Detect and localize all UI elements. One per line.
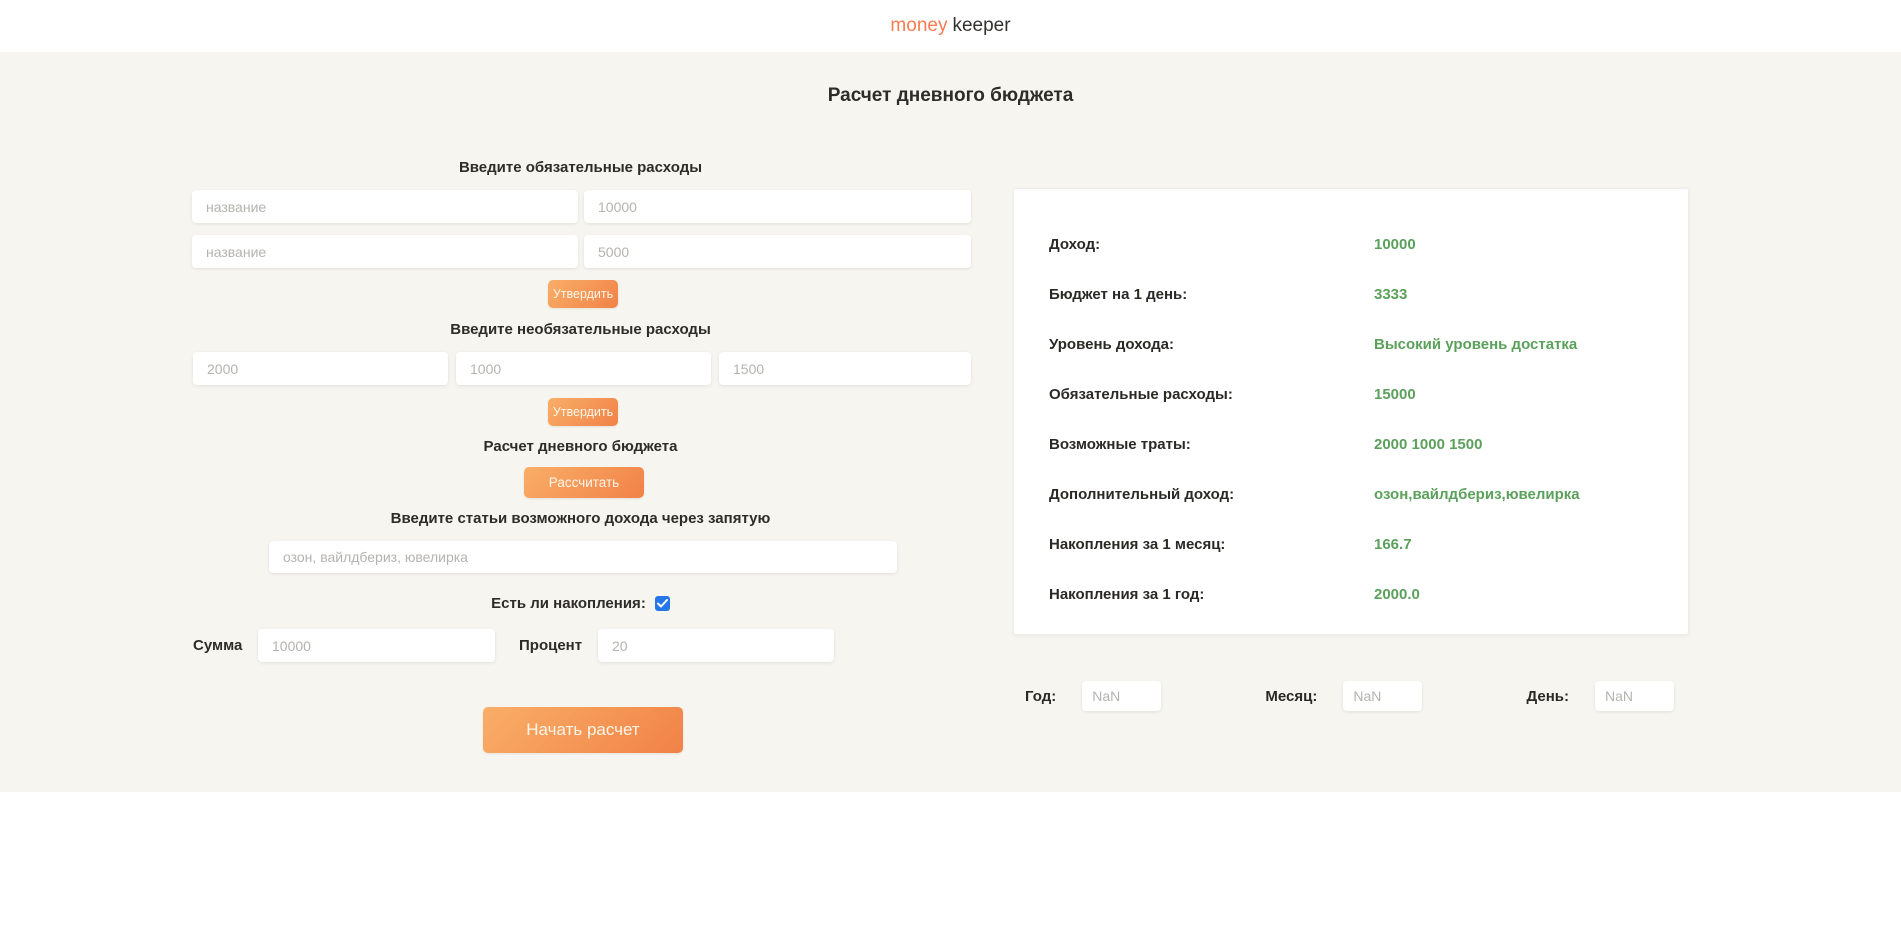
result-label: Бюджет на 1 день: xyxy=(1049,285,1188,303)
result-row-savings-year: Накопления за 1 год: 2000.0 xyxy=(1049,585,1688,603)
result-label: Накопления за 1 месяц: xyxy=(1049,535,1226,553)
day-input[interactable] xyxy=(1594,681,1674,711)
percent-label: Процент xyxy=(519,637,583,654)
result-label: Обязательные расходы: xyxy=(1049,385,1233,403)
date-group-month: Месяц: xyxy=(1265,681,1423,711)
sum-input[interactable] xyxy=(258,629,495,662)
brand-rest: keeper xyxy=(952,15,1011,36)
brand-accent: money xyxy=(890,15,948,36)
result-value: 166.7 xyxy=(1374,535,1412,553)
result-row-daily-budget: Бюджет на 1 день: 3333 xyxy=(1049,285,1688,303)
result-value: 15000 xyxy=(1374,385,1416,403)
budget-form: Введите обязательные расходы Утвердить В… xyxy=(190,52,971,792)
optional-expenses-label: Введите необязательные расходы xyxy=(450,321,711,338)
year-input[interactable] xyxy=(1082,681,1162,711)
page-footer xyxy=(0,792,1901,936)
result-value: 2000.0 xyxy=(1374,585,1420,603)
mandatory-expenses-label: Введите обязательные расходы xyxy=(458,159,703,176)
optional-expense-input-2[interactable] xyxy=(456,352,711,385)
result-label: Доход: xyxy=(1049,235,1101,253)
daily-budget-label: Расчет дневного бюджета xyxy=(483,438,678,455)
result-row-additional-income: Дополнительный доход: озон,вайлдбериз,юв… xyxy=(1049,485,1688,503)
result-value: Высокий уровень достатка xyxy=(1374,335,1578,353)
savings-checkbox-row: Есть ли накопления: xyxy=(190,593,971,613)
month-label: Месяц: xyxy=(1265,687,1318,705)
result-row-mandatory-expenses: Обязательные расходы: 15000 xyxy=(1049,385,1688,403)
savings-fields-row: Сумма Процент xyxy=(190,629,971,662)
result-label: Дополнительный доход: xyxy=(1049,485,1235,503)
result-row-possible-spending: Возможные траты: 2000 1000 1500 xyxy=(1049,435,1688,453)
result-value: озон,вайлдбериз,ювелирка xyxy=(1374,485,1580,503)
date-group-year: Год: xyxy=(1025,681,1162,711)
result-label: Возможные траты: xyxy=(1049,435,1191,453)
result-row-income-level: Уровень дохода: Высокий уровень достатка xyxy=(1049,335,1688,353)
day-label: День: xyxy=(1526,687,1569,705)
start-calculation-button[interactable]: Начать расчет xyxy=(483,707,683,753)
result-label: Уровень дохода: xyxy=(1049,335,1175,353)
expense-name-input-2[interactable] xyxy=(192,235,578,268)
results-card: Доход: 10000 Бюджет на 1 день: 3333 Уров… xyxy=(1013,188,1689,635)
savings-checkbox-label: Есть ли накопления: xyxy=(491,594,646,612)
checkmark-icon xyxy=(656,598,668,607)
month-input[interactable] xyxy=(1343,681,1423,711)
result-row-savings-month: Накопления за 1 месяц: 166.7 xyxy=(1049,535,1688,553)
income-sources-input[interactable] xyxy=(269,541,897,573)
main-area: Расчет дневного бюджета Введите обязател… xyxy=(0,52,1901,792)
calculate-button[interactable]: Рассчитать xyxy=(524,467,644,498)
optional-expense-input-3[interactable] xyxy=(719,352,971,385)
sum-label: Сумма xyxy=(193,637,243,654)
expense-amount-input-1[interactable] xyxy=(584,190,971,223)
date-row: Год: Месяц: День: xyxy=(1013,680,1689,712)
date-group-day: День: xyxy=(1526,681,1674,711)
approve-mandatory-button[interactable]: Утвердить xyxy=(548,280,618,308)
expense-name-input-1[interactable] xyxy=(192,190,578,223)
result-label: Накопления за 1 год: xyxy=(1049,585,1205,603)
year-label: Год: xyxy=(1025,687,1057,705)
savings-checkbox[interactable] xyxy=(654,595,670,611)
optional-expense-input-1[interactable] xyxy=(193,352,448,385)
result-row-income: Доход: 10000 xyxy=(1049,235,1688,253)
income-sources-label: Введите статьи возможного дохода через з… xyxy=(390,510,771,527)
approve-optional-button[interactable]: Утвердить xyxy=(548,398,618,426)
percent-input[interactable] xyxy=(598,629,834,662)
result-value: 2000 1000 1500 xyxy=(1374,435,1483,453)
result-value: 3333 xyxy=(1374,285,1408,303)
expense-amount-input-2[interactable] xyxy=(584,235,971,268)
app-header: money keeper xyxy=(0,0,1901,52)
result-value: 10000 xyxy=(1374,235,1416,253)
